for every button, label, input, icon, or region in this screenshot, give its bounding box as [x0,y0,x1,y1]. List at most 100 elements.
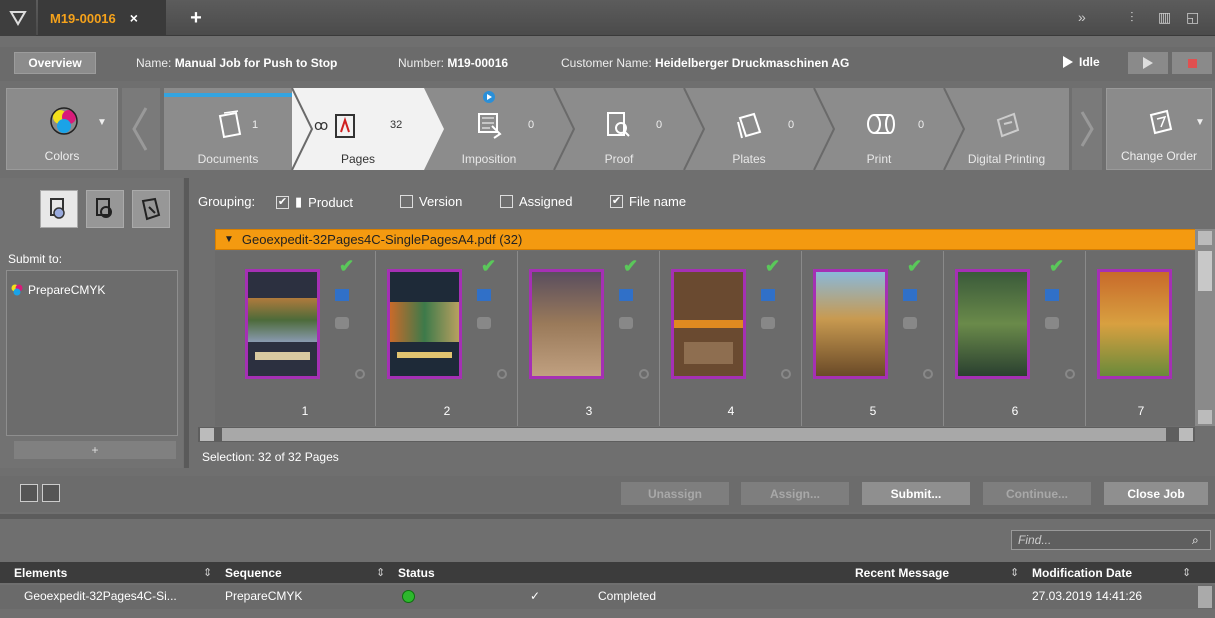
overview-button[interactable]: Overview [14,52,96,74]
col-sequence[interactable]: Sequence [225,566,282,580]
page-number: 7 [1137,404,1145,418]
page-thumbnail[interactable] [1097,269,1172,379]
unassign-button[interactable]: Unassign [621,482,729,505]
continue-button[interactable]: Continue... [983,482,1091,505]
scroll-right-arrow[interactable] [1179,428,1193,441]
change-order-dropdown-icon[interactable]: ▼ [1195,117,1205,128]
colors-dropdown-icon[interactable]: ▼ [97,117,107,128]
page-number: 1 [301,404,309,418]
group-by-assigned[interactable]: Assigned [500,194,572,209]
detail-view-icon[interactable] [42,484,60,502]
assigned-checkbox[interactable] [500,195,513,208]
page-thumbnail[interactable] [671,269,746,379]
col-status[interactable]: Status [398,566,435,580]
submit-item-preparecmyk[interactable]: PrepareCMYK [10,283,105,297]
customer-label: Customer Name: [561,56,652,70]
submit-button[interactable]: Submit... [862,482,970,505]
preflight-button[interactable] [40,190,78,228]
page-cell[interactable]: ✔ 2 [377,251,518,426]
page-check-button[interactable] [86,190,124,228]
page-edit-icon [141,197,161,221]
list-view-icon[interactable] [20,484,38,502]
zoom-icon[interactable] [1065,369,1075,379]
page-cell[interactable]: 7 [1087,251,1195,426]
sort-icon[interactable]: ⇕ [203,566,212,579]
page-thumbnail[interactable] [813,269,888,379]
info-icon [903,317,917,329]
status-indicator: Idle [1063,55,1100,69]
undock-icon[interactable]: ◱ [1186,9,1199,26]
hscroll-thumb[interactable] [222,428,1166,441]
zoom-icon[interactable] [781,369,791,379]
play-button[interactable] [1128,52,1168,74]
table-scrollbar[interactable] [1198,586,1212,608]
zoom-icon[interactable] [639,369,649,379]
info-icon [619,317,633,329]
page-thumbnail[interactable] [245,269,320,379]
group-by-version[interactable]: Version [400,194,462,209]
product-checkbox[interactable]: ✔ [276,195,289,209]
step-separators [291,88,966,170]
version-checkbox[interactable] [400,195,413,208]
change-order-icon [1149,109,1173,135]
change-order-tile[interactable]: ▼ Change Order [1106,88,1212,170]
stop-button[interactable] [1172,52,1212,74]
magnifier-page-icon [50,198,65,219]
job-tab[interactable]: M19-00016 × [38,0,166,36]
zoom-icon[interactable] [923,369,933,379]
group-header[interactable]: ▼ Geoexpedit-32Pages4C-SinglePagesA4.pdf… [215,229,1200,250]
assign-button[interactable]: Assign... [741,482,849,505]
scroll-left-arrow[interactable] [200,428,214,441]
page-thumbnail[interactable] [955,269,1030,379]
page-cell[interactable]: ✔ 3 [519,251,660,426]
submit-item-label: PrepareCMYK [28,283,106,297]
scroll-thumb[interactable] [1198,251,1212,291]
preflight-icon [761,289,775,301]
scroll-left-button[interactable] [122,88,160,170]
version-label: Version [419,194,463,209]
page-cell[interactable]: ✔ 1 [235,251,376,426]
page-edit-button[interactable] [132,190,170,228]
page-thumbnail[interactable] [529,269,604,379]
horizontal-scrollbar[interactable] [198,427,1195,442]
preflight-icon [903,289,917,301]
vertical-scrollbar[interactable] [1195,229,1215,426]
colors-tile[interactable]: ▼ Colors [6,88,118,170]
submit-to-label: Submit to: [8,252,63,266]
col-modification-date[interactable]: Modification Date [1032,566,1132,580]
find-input[interactable]: Find... [1011,530,1211,550]
bottom-splitter[interactable] [0,514,1215,519]
row-date: 27.03.2019 14:41:26 [1032,589,1143,603]
scroll-down-arrow[interactable] [1198,410,1212,424]
group-by-product[interactable]: ✔ ▮ Product [276,194,353,210]
selection-status: Selection: 32 of 32 Pages [202,450,339,464]
scroll-up-arrow[interactable] [1198,231,1212,245]
sort-icon[interactable]: ⇕ [376,566,385,579]
add-tab-button[interactable]: + [178,0,214,36]
group-by-filename[interactable]: ✔ File name [610,194,686,209]
page-cell[interactable]: ✔ 5 [803,251,944,426]
col-recent-message[interactable]: Recent Message [855,566,949,580]
zoom-icon[interactable] [497,369,507,379]
scroll-right-button[interactable] [1072,88,1102,170]
app-logo-icon[interactable] [0,0,36,36]
sort-icon[interactable]: ⇕ [1010,566,1019,579]
page-thumbnail[interactable] [387,269,462,379]
page-cell[interactable]: ✔ 6 [945,251,1086,426]
sort-icon[interactable]: ⇕ [1182,566,1191,579]
search-icon[interactable]: ⌕ [1192,533,1199,548]
expand-icon[interactable]: » [1078,9,1086,25]
zoom-icon[interactable] [355,369,365,379]
page-number: 3 [585,404,593,418]
col-elements[interactable]: Elements [14,566,67,580]
columns-icon[interactable]: ▥ [1158,9,1171,26]
close-tab-icon[interactable]: × [130,10,138,26]
close-job-button[interactable]: Close Job [1104,482,1208,505]
status-ok-icon [402,590,415,603]
panel-splitter[interactable] [184,178,189,468]
page-cell[interactable]: ✔ 4 [661,251,802,426]
collapse-icon[interactable]: ▼ [224,234,234,245]
filename-checkbox[interactable]: ✔ [610,195,623,208]
split-view-icon[interactable]: ⫶ [1130,9,1134,26]
add-sequence-button[interactable]: + [14,441,176,459]
